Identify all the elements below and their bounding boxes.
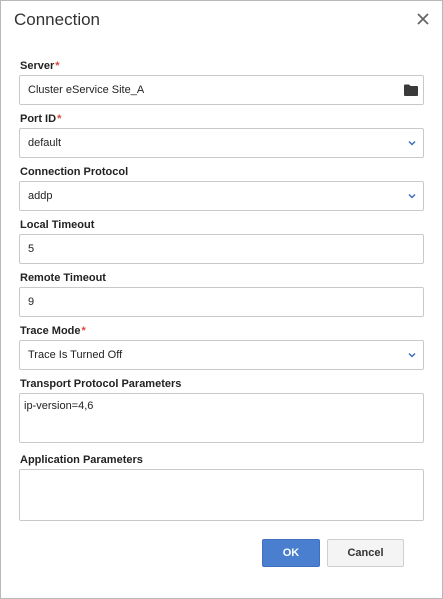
folder-icon[interactable] <box>404 84 418 96</box>
ok-button[interactable]: OK <box>262 539 320 567</box>
port-id-label: Port ID* <box>20 113 61 126</box>
server-label: Server* <box>20 60 60 73</box>
chevron-down-icon[interactable] <box>408 192 416 200</box>
connection-protocol-label: Connection Protocol <box>20 166 129 178</box>
local-timeout-value: 5 <box>28 243 35 255</box>
transport-protocol-parameters-value: ip-version=4,6 <box>24 400 94 412</box>
server-value: Cluster eService Site_A <box>28 84 145 96</box>
connection-protocol-value: addp <box>28 190 53 202</box>
trace-mode-label-text: Trace Mode <box>20 325 81 337</box>
remote-timeout-label: Remote Timeout <box>20 272 106 284</box>
trace-mode-value: Trace Is Turned Off <box>28 349 123 361</box>
close-icon[interactable] <box>415 11 431 27</box>
remote-timeout-input[interactable]: 9 <box>19 287 424 317</box>
trace-mode-label: Trace Mode* <box>20 325 86 338</box>
chevron-down-icon[interactable] <box>408 139 416 147</box>
application-parameters-label: Application Parameters <box>20 454 143 466</box>
remote-timeout-value: 9 <box>28 296 35 308</box>
application-parameters-textarea[interactable] <box>19 469 424 521</box>
server-field[interactable]: Cluster eService Site_A <box>19 75 424 105</box>
trace-mode-select[interactable]: Trace Is Turned Off <box>19 340 424 370</box>
chevron-down-icon[interactable] <box>408 351 416 359</box>
port-id-value: default <box>28 137 62 149</box>
trace-mode-required-mark: * <box>81 325 86 337</box>
connection-dialog: Connection Server* Cluster eService Site… <box>0 0 443 599</box>
cancel-button[interactable]: Cancel <box>327 539 404 567</box>
server-label-text: Server <box>20 60 55 72</box>
transport-protocol-parameters-label: Transport Protocol Parameters <box>20 378 182 390</box>
transport-protocol-parameters-textarea[interactable]: ip-version=4,6 <box>19 393 424 443</box>
dialog-title: Connection <box>14 10 101 29</box>
server-required-mark: * <box>55 60 60 72</box>
port-id-required-mark: * <box>57 113 62 125</box>
connection-protocol-select[interactable]: addp <box>19 181 424 211</box>
port-id-select[interactable]: default <box>19 128 424 158</box>
local-timeout-input[interactable]: 5 <box>19 234 424 264</box>
local-timeout-label: Local Timeout <box>20 219 95 231</box>
port-id-label-text: Port ID <box>20 113 57 125</box>
